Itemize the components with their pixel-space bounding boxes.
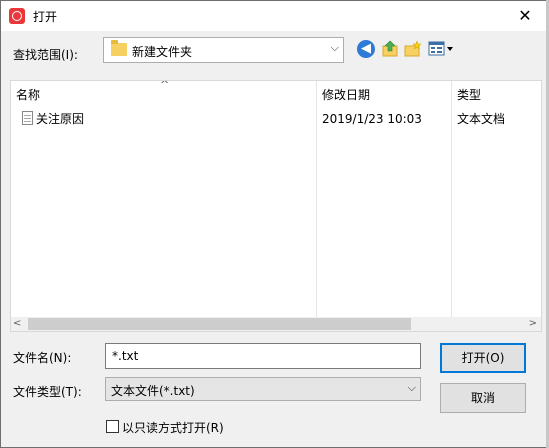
lookin-label: 查找范围(I): <box>13 48 78 62</box>
horizontal-scrollbar[interactable]: < > <box>11 317 541 331</box>
scrollbar-thumb[interactable] <box>28 318 411 330</box>
new-folder-icon[interactable] <box>404 40 422 58</box>
up-folder-icon[interactable] <box>381 40 399 58</box>
open-dialog: 打开 ✕ 查找范围(I): 新建文件夹 ⌵ ◀ ^ 名称 修改日期 类型 关注原… <box>0 0 549 448</box>
lookin-dropdown[interactable]: 新建文件夹 ⌵ <box>103 37 344 63</box>
column-header-type[interactable]: 类型 <box>457 81 481 109</box>
sort-ascending-icon: ^ <box>160 80 170 91</box>
readonly-checkbox[interactable] <box>106 420 119 433</box>
view-menu-icon[interactable] <box>428 40 454 58</box>
filetype-dropdown[interactable]: 文本文件(*.txt) ⌵ <box>105 377 421 401</box>
cancel-button[interactable]: 取消 <box>440 383 526 413</box>
title-bar: 打开 ✕ <box>1 1 548 31</box>
file-row[interactable]: 关注原因 2019/1/23 10:03 文本文档 <box>11 110 541 128</box>
back-icon[interactable]: ◀ <box>357 40 375 58</box>
text-file-icon <box>22 111 33 125</box>
file-list[interactable]: ^ 名称 修改日期 类型 关注原因 2019/1/23 10:03 文本文档 <… <box>10 80 542 332</box>
dialog-title: 打开 <box>33 10 58 24</box>
filetype-value: 文本文件(*.txt) <box>111 384 195 398</box>
scroll-left-icon[interactable]: < <box>13 317 21 331</box>
file-name: 关注原因 <box>36 112 85 126</box>
chevron-down-icon: ⌵ <box>330 41 339 54</box>
filename-input[interactable]: *.txt <box>105 343 421 369</box>
readonly-label[interactable]: 以只读方式打开(R) <box>122 419 224 436</box>
filetype-label: 文件类型(T): <box>13 385 82 399</box>
open-button[interactable]: 打开(O) <box>440 343 526 373</box>
file-modified: 2019/1/23 10:03 <box>322 112 422 126</box>
file-type: 文本文档 <box>457 112 506 126</box>
chevron-down-icon: ⌵ <box>407 381 416 394</box>
lookin-value: 新建文件夹 <box>132 45 193 59</box>
filename-value: *.txt <box>112 349 139 363</box>
close-button[interactable]: ✕ <box>502 1 548 31</box>
folder-icon <box>111 40 127 56</box>
app-logo-icon <box>9 8 25 24</box>
scroll-right-icon[interactable]: > <box>529 317 537 331</box>
column-header-modified[interactable]: 修改日期 <box>322 81 370 109</box>
column-header-name[interactable]: 名称 <box>16 81 40 109</box>
filename-label: 文件名(N): <box>13 351 72 365</box>
